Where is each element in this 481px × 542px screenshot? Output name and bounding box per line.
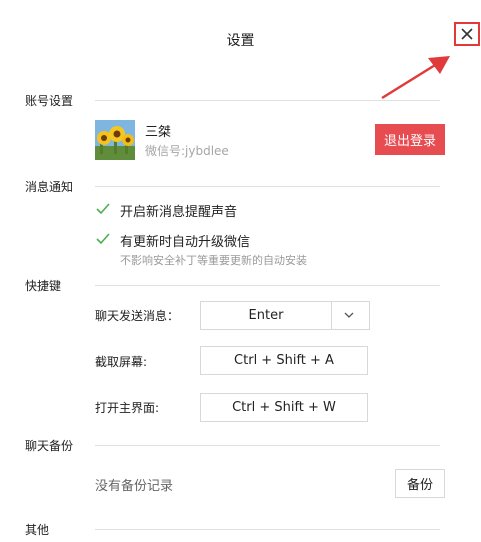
chevron-down-icon[interactable] xyxy=(343,310,355,320)
avatar-image-icon xyxy=(95,120,135,160)
checkmark-icon xyxy=(96,203,110,215)
send-shortcut-value: Enter xyxy=(248,308,284,323)
backup-button[interactable]: 备份 xyxy=(395,469,445,498)
section-divider xyxy=(95,186,440,187)
section-divider xyxy=(95,100,440,101)
section-divider xyxy=(95,529,440,530)
section-shortcut-label: 快捷键 xyxy=(25,279,62,293)
open-main-shortcut-label: 打开主界面: xyxy=(95,401,160,415)
section-divider xyxy=(95,445,440,446)
screenshot-shortcut-label: 截取屏幕: xyxy=(95,355,148,369)
sound-checkbox[interactable] xyxy=(95,201,111,217)
screenshot-shortcut-field[interactable]: Ctrl + Shift + A xyxy=(200,346,368,375)
section-divider xyxy=(95,285,440,286)
avatar xyxy=(95,120,135,160)
auto-upgrade-checkbox-label[interactable]: 有更新时自动升级微信 xyxy=(120,231,250,250)
annotation-arrow-icon xyxy=(381,56,450,100)
checkmark-icon xyxy=(96,233,110,245)
section-notify-label: 消息通知 xyxy=(25,180,74,194)
window-title: 设置 xyxy=(226,33,255,49)
close-button[interactable] xyxy=(454,22,480,46)
close-icon xyxy=(461,28,473,40)
dropdown-separator xyxy=(331,302,332,329)
open-main-shortcut-field[interactable]: Ctrl + Shift + W xyxy=(200,393,368,422)
section-other-label: 其他 xyxy=(25,523,50,537)
logout-button[interactable]: 退出登录 xyxy=(375,124,445,155)
send-shortcut-dropdown[interactable]: Enter xyxy=(200,301,370,330)
send-shortcut-label: 聊天发送消息： xyxy=(95,309,180,323)
auto-upgrade-checkbox[interactable] xyxy=(95,231,111,247)
wechat-id: 微信号:jybdlee xyxy=(145,144,229,158)
backup-status: 没有备份记录 xyxy=(95,479,174,494)
section-backup-label: 聊天备份 xyxy=(25,439,74,453)
account-name: 三桀 xyxy=(145,125,172,140)
sound-checkbox-label[interactable]: 开启新消息提醒声音 xyxy=(120,201,237,220)
section-account-label: 账号设置 xyxy=(25,94,74,108)
auto-upgrade-note: 不影响安全补丁等重要更新的自动安装 xyxy=(120,254,307,267)
